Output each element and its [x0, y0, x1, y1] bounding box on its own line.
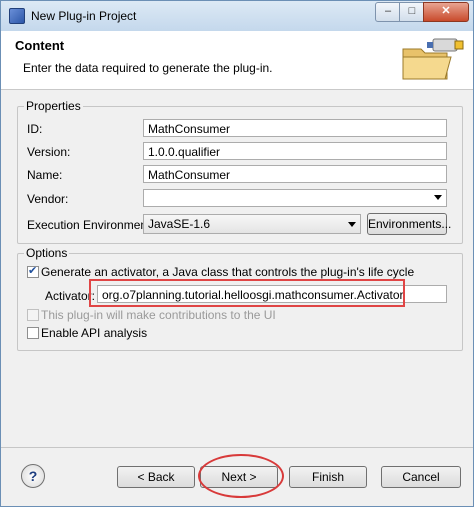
- activator-label: Activator:: [45, 289, 96, 303]
- button-bar-separator: [1, 447, 473, 448]
- api-analysis-label: Enable API analysis: [41, 326, 148, 340]
- name-field[interactable]: MathConsumer: [143, 165, 447, 183]
- page-description: Enter the data required to generate the …: [23, 61, 273, 75]
- vendor-label: Vendor:: [27, 192, 69, 206]
- ui-contributions-checkbox: [27, 309, 39, 321]
- wizard-header: Content Enter the data required to gener…: [1, 31, 473, 90]
- id-label: ID:: [27, 122, 43, 136]
- id-field[interactable]: MathConsumer: [143, 119, 447, 137]
- environments-button[interactable]: Environments...: [367, 213, 451, 235]
- version-label: Version:: [27, 145, 71, 159]
- chevron-down-icon[interactable]: [348, 222, 356, 227]
- name-label: Name:: [27, 168, 63, 182]
- generate-activator-label: Generate an activator, a Java class that…: [41, 265, 415, 279]
- properties-group-label: Properties: [24, 99, 83, 113]
- version-field[interactable]: 1.0.0.qualifier: [143, 142, 447, 160]
- maximize-button[interactable]: □: [399, 2, 425, 22]
- window-title: New Plug-in Project: [31, 9, 137, 23]
- execution-environment-value: JavaSE-1.6: [148, 217, 211, 231]
- generate-activator-checkbox[interactable]: [27, 264, 39, 278]
- page-title: Content: [15, 38, 65, 53]
- minimize-button[interactable]: –: [375, 2, 401, 22]
- ui-contributions-label: This plug-in will make contributions to …: [41, 308, 276, 322]
- execution-environment-label: Execution Environment:: [27, 218, 154, 232]
- wizard-window: New Plug-in Project – □ ✕ Content Enter …: [0, 0, 474, 507]
- next-highlight-annotation: [198, 454, 284, 498]
- api-analysis-checkbox[interactable]: [27, 327, 39, 339]
- close-button[interactable]: ✕: [423, 2, 469, 22]
- folder-wizard-icon: [402, 38, 464, 80]
- eclipse-app-icon: [9, 8, 25, 24]
- execution-environment-combo[interactable]: JavaSE-1.6: [143, 214, 361, 234]
- finish-button[interactable]: Finish: [289, 466, 367, 488]
- chevron-down-icon[interactable]: [434, 195, 442, 200]
- vendor-combo[interactable]: [143, 189, 447, 207]
- activator-highlight-annotation: [89, 279, 405, 307]
- title-bar: New Plug-in Project – □ ✕: [1, 1, 473, 32]
- back-button[interactable]: < Back: [117, 466, 195, 488]
- cancel-button[interactable]: Cancel: [381, 466, 461, 488]
- options-group-label: Options: [24, 246, 70, 260]
- help-icon[interactable]: ?: [21, 464, 45, 488]
